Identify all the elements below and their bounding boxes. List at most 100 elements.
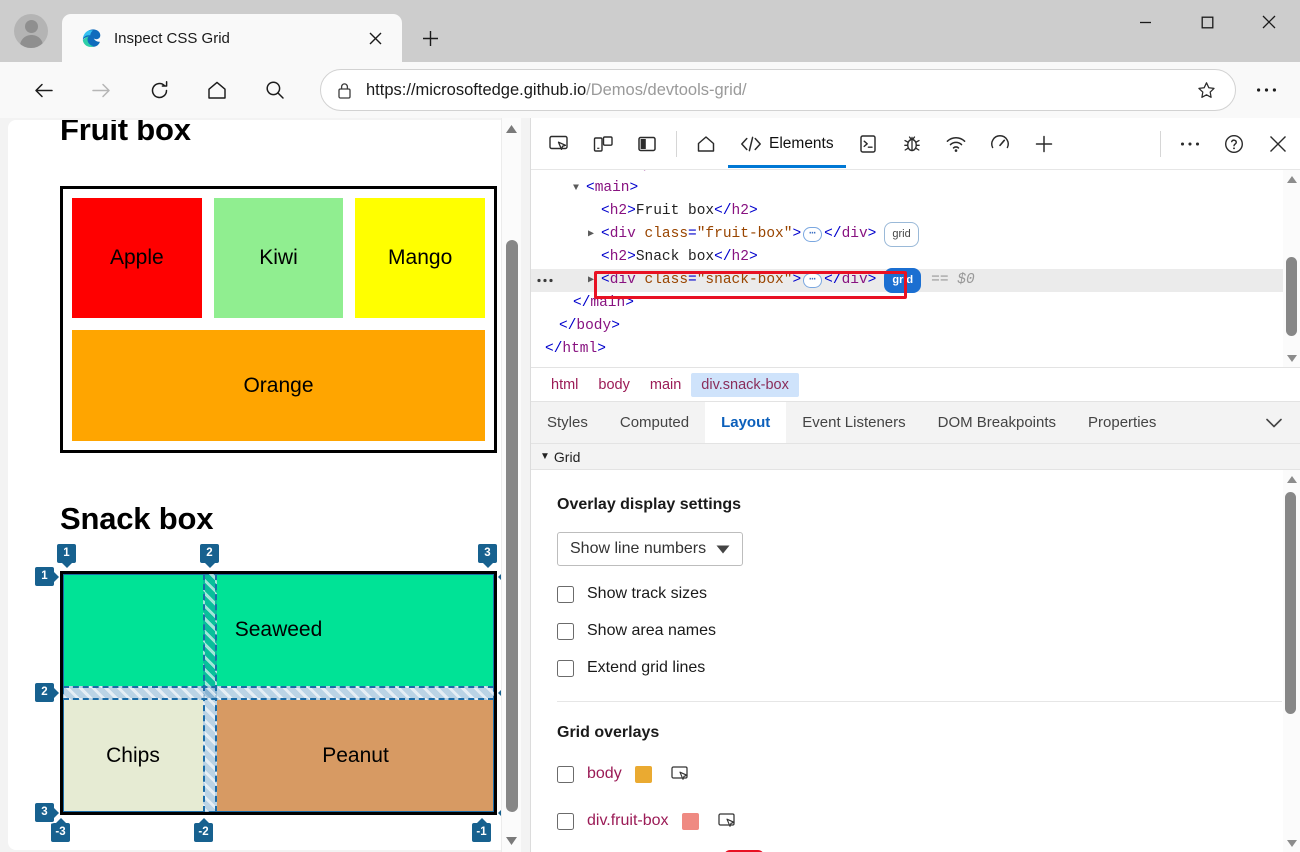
dom-tree[interactable]: <<h1>Inspect CSS Grid</h1> ▼<main> <h2>F… — [531, 170, 1300, 368]
breadcrumb-item-div-snack-box[interactable]: div.snack-box — [691, 373, 799, 397]
fruit-box-grid: Apple Kiwi Mango Orange — [60, 186, 497, 453]
forward-icon[interactable] — [79, 68, 123, 112]
grid-badge-snack-box[interactable]: grid — [884, 268, 921, 293]
scroll-up-arrow-icon[interactable] — [502, 118, 522, 140]
checkbox-box[interactable] — [557, 586, 574, 603]
inspect-element-icon[interactable] — [537, 122, 581, 166]
dom-row-div-fruit-box[interactable]: ▶<div class="fruit-box">⋯</div>grid — [531, 223, 1300, 246]
dom-row-html-close[interactable]: </html> — [531, 338, 1300, 361]
dom-tree-scrollbar[interactable] — [1283, 170, 1300, 367]
layout-panel-content: Overlay display settings Show line numbe… — [531, 470, 1300, 852]
layout-scroll-up-arrow-icon[interactable] — [1283, 470, 1300, 488]
grid-section-header[interactable]: ▼ Grid — [531, 444, 1300, 470]
page-scrollbar[interactable] — [501, 118, 521, 852]
grid-overlay-checkbox-fruit-box[interactable] — [557, 813, 574, 830]
layout-panel-scrollbar[interactable] — [1283, 470, 1300, 852]
close-window-icon[interactable] — [1238, 0, 1300, 44]
maximize-icon[interactable] — [1176, 0, 1238, 44]
dom-tag-main: main — [595, 177, 630, 200]
layout-scroll-thumb[interactable] — [1285, 492, 1296, 714]
page-scroll-thumb[interactable] — [506, 240, 518, 812]
expand-caret-icon[interactable]: ▶ — [588, 223, 601, 246]
line-numbers-select[interactable]: Show line numbers — [557, 532, 743, 566]
dom-tag-html-close: html — [562, 338, 597, 361]
dom-tag-main-close: main — [590, 292, 625, 315]
reload-icon[interactable] — [137, 68, 181, 112]
grid-overlay-row-body[interactable]: body — [557, 759, 1300, 789]
search-icon[interactable] — [253, 68, 297, 112]
page-scroll-track[interactable] — [502, 140, 522, 830]
navigation-toolbar: https://microsoftedge.github.io/Demos/de… — [0, 62, 1300, 118]
dock-side-icon[interactable] — [625, 122, 669, 166]
dom-tag-h2-fruit: h2 — [610, 200, 627, 223]
fruit-cell-orange: Orange — [72, 330, 485, 441]
close-devtools-icon[interactable] — [1256, 122, 1300, 166]
expand-caret-icon[interactable]: ▼ — [573, 177, 586, 200]
dom-row-h2-fruit[interactable]: <h2>Fruit box</h2> — [531, 200, 1300, 223]
layout-scroll-down-arrow-icon[interactable] — [1283, 834, 1300, 852]
row-menu-dots-icon[interactable] — [537, 278, 553, 283]
breadcrumb-item-html[interactable]: html — [541, 373, 588, 397]
devtools-home-icon[interactable] — [684, 122, 728, 166]
tab-elements[interactable]: Elements — [728, 120, 846, 168]
element-picker-icon-fruit-box[interactable] — [712, 806, 746, 836]
help-icon[interactable] — [1212, 122, 1256, 166]
minimize-icon[interactable] — [1114, 0, 1176, 44]
window-controls — [1114, 0, 1300, 62]
checkbox-show-track-sizes[interactable]: Show track sizes — [557, 585, 1300, 603]
grid-overlay-checkbox-body[interactable] — [557, 766, 574, 783]
checkbox-show-area-names[interactable]: Show area names — [557, 622, 1300, 640]
chevron-down-icon[interactable] — [1248, 402, 1300, 443]
new-tab-icon[interactable] — [408, 16, 452, 60]
dom-scroll-down-arrow-icon[interactable] — [1283, 349, 1300, 367]
checkbox-box[interactable] — [557, 660, 574, 677]
browser-settings-more-icon[interactable] — [1246, 70, 1286, 110]
dom-scroll-track[interactable] — [1283, 188, 1300, 350]
tab-computed[interactable]: Computed — [604, 402, 705, 443]
favorite-star-icon[interactable] — [1191, 75, 1221, 105]
network-wifi-icon[interactable] — [934, 122, 978, 166]
collapsed-children-icon[interactable]: ⋯ — [803, 227, 822, 242]
dom-row-clipped[interactable]: <<h1>Inspect CSS Grid</h1> — [531, 170, 1300, 177]
home-icon[interactable] — [195, 68, 239, 112]
collapsed-children-icon[interactable]: ⋯ — [803, 273, 822, 288]
dom-row-div-snack-box[interactable]: ▶<div class="snack-box">⋯</div>grid== $0 — [531, 269, 1300, 292]
debugger-bug-icon[interactable] — [890, 122, 934, 166]
devtools-panel: Elements — [530, 118, 1300, 852]
breadcrumb-item-body[interactable]: body — [588, 373, 639, 397]
tab-styles[interactable]: Styles — [531, 402, 604, 443]
breadcrumb-item-main[interactable]: main — [640, 373, 691, 397]
back-icon[interactable] — [21, 68, 65, 112]
grid-badge-fruit-box[interactable]: grid — [884, 222, 918, 247]
dom-row-h2-snack[interactable]: <h2>Snack box</h2> — [531, 246, 1300, 269]
address-bar[interactable]: https://microsoftedge.github.io/Demos/de… — [320, 69, 1236, 111]
checkbox-box[interactable] — [557, 623, 574, 640]
tab-event-listeners[interactable]: Event Listeners — [786, 402, 921, 443]
dom-scroll-up-arrow-icon[interactable] — [1283, 170, 1300, 188]
devtools-more-icon[interactable] — [1168, 122, 1212, 166]
layout-scroll-track[interactable] — [1282, 488, 1300, 834]
browser-tab[interactable]: Inspect CSS Grid — [62, 14, 402, 62]
add-devtools-tab-icon[interactable] — [1022, 122, 1066, 166]
dom-row-main-open[interactable]: ▼<main> — [531, 177, 1300, 200]
tab-dom-breakpoints[interactable]: DOM Breakpoints — [922, 402, 1072, 443]
dom-row-body-close[interactable]: </body> — [531, 315, 1300, 338]
performance-gauge-icon[interactable] — [978, 122, 1022, 166]
grid-overlay-row-fruit-box[interactable]: div.fruit-box — [557, 806, 1300, 836]
dom-row-main-close[interactable]: </main> — [531, 292, 1300, 315]
device-emulation-icon[interactable] — [581, 122, 625, 166]
console-icon[interactable] — [846, 122, 890, 166]
dom-tag-div-snack-close: div — [842, 269, 868, 292]
close-tab-icon[interactable] — [360, 23, 390, 53]
profile-button[interactable] — [0, 0, 62, 62]
tab-layout[interactable]: Layout — [705, 402, 786, 443]
element-picker-icon-body[interactable] — [665, 759, 699, 789]
grid-section-caret-icon[interactable]: ▼ — [540, 451, 550, 462]
grid-overlay-color-body — [635, 766, 652, 783]
dom-scroll-thumb[interactable] — [1286, 257, 1297, 336]
expand-caret-icon[interactable]: ▶ — [588, 269, 601, 292]
scroll-down-arrow-icon[interactable] — [502, 830, 522, 852]
dom-tag-div-fruit-close: div — [842, 223, 868, 246]
checkbox-extend-grid-lines[interactable]: Extend grid lines — [557, 659, 1300, 677]
tab-properties[interactable]: Properties — [1072, 402, 1172, 443]
